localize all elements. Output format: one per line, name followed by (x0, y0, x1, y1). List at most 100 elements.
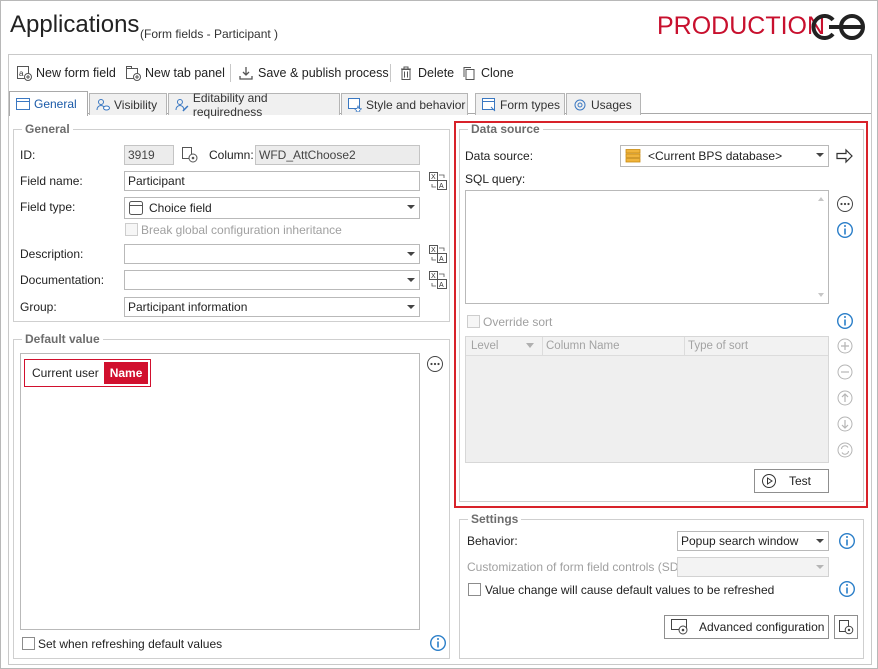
customization-select[interactable] (677, 557, 829, 577)
delete-label: Delete (418, 66, 455, 80)
behavior-select[interactable]: Popup search window (677, 531, 829, 551)
default-value-editor[interactable] (20, 353, 420, 630)
field-type-select[interactable]: Choice field (124, 197, 420, 219)
behavior-label: Behavior: (467, 534, 518, 548)
tab-usages[interactable]: Usages (566, 93, 641, 115)
break-inheritance-checkbox[interactable] (125, 223, 138, 236)
id-label: ID: (20, 148, 36, 162)
default-value-group-title: Default value (22, 332, 103, 346)
chevron-down-icon (407, 252, 415, 256)
chevron-down-icon (407, 205, 415, 209)
info-icon[interactable] (838, 580, 856, 598)
field-type-value: Choice field (149, 201, 212, 215)
group-value: Participant information (128, 300, 248, 314)
tab-usages-label: Usages (591, 97, 632, 112)
visibility-tab-icon (96, 98, 110, 110)
tab-form-types-label: Form types (500, 97, 561, 112)
advanced-configuration-label: Advanced configuration (699, 620, 825, 634)
info-icon[interactable] (429, 634, 447, 652)
advanced-configuration-button[interactable]: Advanced configuration (664, 615, 829, 639)
field-name-input[interactable]: Participant (124, 171, 420, 191)
id-field: 3919 (124, 145, 174, 165)
info-icon[interactable] (838, 532, 856, 550)
new-tab-panel-label: New tab panel (145, 66, 225, 80)
environment-label: PRODUCTION (657, 12, 826, 40)
clone-icon (463, 67, 475, 80)
value-change-label: Value change will cause default values t… (485, 583, 775, 597)
tab-general-label: General (34, 97, 77, 111)
save-publish-icon (239, 67, 253, 80)
new-tab-panel-button[interactable]: New tab panel (125, 63, 225, 83)
choice-field-icon (129, 201, 143, 215)
value-change-checkbox[interactable] (468, 583, 481, 596)
svg-text:X: X (431, 273, 436, 280)
new-form-field-button[interactable]: a New form field (16, 63, 116, 83)
set-when-refreshing-label: Set when refreshing default values (38, 637, 223, 651)
documentation-select[interactable] (124, 270, 420, 290)
tab-bar: General Visibility Editability and requi… (9, 91, 871, 119)
general-tab-icon (16, 98, 30, 110)
advanced-configuration-extra-button[interactable] (834, 615, 858, 639)
usages-tab-icon (574, 99, 586, 110)
break-inheritance-label: Break global configuration inheritance (141, 223, 342, 237)
description-label: Description: (20, 247, 84, 261)
toolbar: a New form field New tab panel Save & pu… (9, 55, 871, 89)
svg-text:X: X (431, 247, 436, 254)
tab-form-types[interactable]: Form types (475, 93, 565, 115)
new-tab-panel-icon (126, 66, 141, 81)
save-publish-label: Save & publish process (258, 66, 389, 80)
new-form-field-icon: a (17, 66, 32, 81)
new-form-field-label: New form field (36, 66, 116, 80)
save-publish-button[interactable]: Save & publish process (238, 63, 389, 83)
chevron-down-icon (816, 539, 824, 543)
page-title: Applications (10, 11, 140, 38)
style-tab-icon (348, 97, 362, 112)
token-value: Name (103, 362, 149, 384)
form-types-tab-icon (482, 97, 496, 111)
token-label: Current user (32, 366, 99, 380)
svg-text:A: A (439, 256, 444, 263)
configuration-icon (671, 619, 688, 635)
tab-general[interactable]: General (9, 91, 88, 116)
default-value-token[interactable]: Current user Name (24, 359, 152, 387)
group-label: Group: (20, 300, 57, 314)
tab-editability[interactable]: Editability and requiredness (168, 91, 340, 119)
tab-visibility-label: Visibility (114, 97, 158, 112)
editability-tab-icon (175, 98, 189, 111)
translate-icon[interactable]: XA (429, 245, 447, 263)
toolbar-divider (230, 64, 231, 82)
chevron-down-icon (407, 278, 415, 282)
clone-button[interactable]: Clone (461, 63, 514, 83)
customization-label: Customization of form field controls (SD… (467, 560, 694, 574)
behavior-value: Popup search window (681, 534, 799, 548)
data-source-highlight (454, 121, 868, 508)
delete-button[interactable]: Delete (398, 63, 454, 83)
trash-icon (401, 66, 411, 80)
page-subtitle: (Form fields - Participant ) (140, 27, 279, 41)
description-select[interactable] (124, 244, 420, 264)
chevron-down-icon (816, 565, 824, 569)
set-when-refreshing-checkbox[interactable] (22, 637, 35, 650)
documentation-label: Documentation: (20, 273, 105, 287)
svg-text:A: A (439, 282, 444, 289)
field-type-label: Field type: (20, 200, 76, 214)
translate-icon[interactable]: XA (429, 271, 447, 289)
svg-text:a: a (19, 69, 24, 78)
field-name-label: Field name: (20, 174, 83, 188)
tab-style-behavior[interactable]: Style and behavior (341, 93, 468, 115)
settings-group-title: Settings (468, 512, 522, 526)
tab-visibility[interactable]: Visibility (89, 93, 167, 115)
column-label: Column: (209, 148, 254, 162)
group-select[interactable]: Participant information (124, 297, 420, 317)
settings-gear-icon (839, 620, 854, 635)
brand-logo-icon (811, 14, 865, 40)
svg-text:A: A (439, 183, 444, 190)
clone-label: Clone (481, 66, 514, 80)
translate-icon[interactable]: XA (429, 172, 447, 190)
general-group-title: General (22, 122, 73, 136)
id-settings-icon[interactable] (181, 146, 199, 164)
svg-text:X: X (431, 174, 436, 181)
more-options-icon[interactable] (426, 355, 444, 373)
application-window: Applications (Form fields - Participant … (0, 0, 878, 669)
tab-editability-label: Editability and requiredness (192, 90, 268, 119)
